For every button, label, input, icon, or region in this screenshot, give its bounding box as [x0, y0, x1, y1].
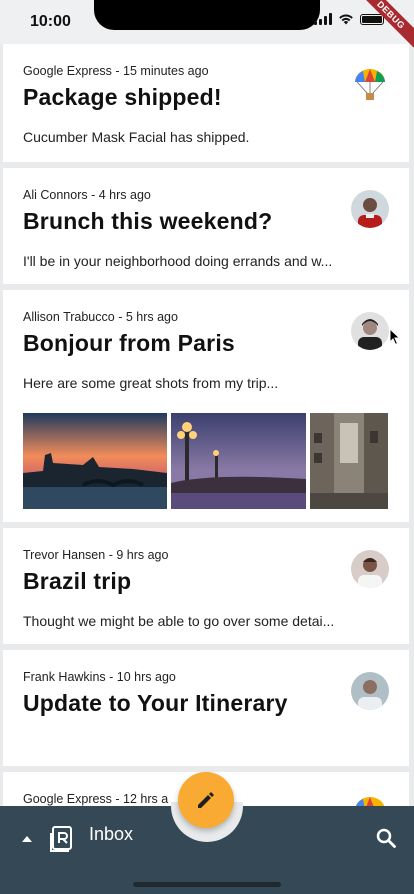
- email-subject: Brunch this weekend?: [23, 208, 273, 234]
- compose-button[interactable]: [178, 772, 234, 828]
- status-time: 10:00: [30, 13, 71, 30]
- email-card[interactable]: Ali Connors - 4 hrs ago Brunch this week…: [3, 168, 409, 284]
- email-meta: Trevor Hansen - 9 hrs ago: [23, 548, 169, 562]
- wifi-icon: [339, 14, 353, 25]
- email-sender: Ali Connors: [23, 188, 88, 202]
- paris-photo[interactable]: [171, 413, 306, 509]
- email-meta: Google Express - 15 minutes ago: [23, 64, 209, 78]
- pencil-icon: [198, 792, 214, 808]
- email-card[interactable]: Trevor Hansen - 9 hrs ago Brazil trip Th…: [3, 528, 409, 644]
- email-sender: Frank Hawkins: [23, 670, 106, 684]
- sender-avatar: [351, 312, 389, 350]
- email-time: 12 hrs a: [123, 792, 169, 806]
- email-time: 4 hrs ago: [98, 188, 151, 202]
- email-sender: Allison Trabucco: [23, 310, 115, 324]
- email-preview: Cucumber Mask Facial has shipped.: [23, 129, 250, 145]
- sender-avatar: [351, 550, 389, 588]
- signal-icon: [314, 13, 332, 25]
- email-time: 5 hrs ago: [125, 310, 178, 324]
- email-card[interactable]: Google Express - 15 minutes ago Package …: [3, 44, 409, 162]
- email-time: 10 hrs ago: [116, 670, 176, 684]
- sender-avatar: [351, 190, 389, 228]
- status-bar: 10:00: [0, 0, 414, 44]
- cursor-icon: [389, 328, 401, 346]
- status-icons: [314, 13, 384, 25]
- email-meta: Ali Connors - 4 hrs ago: [23, 188, 151, 202]
- email-meta: Allison Trabucco - 5 hrs ago: [23, 310, 178, 324]
- email-card[interactable]: Allison Trabucco - 5 hrs ago Bonjour fro…: [3, 290, 409, 522]
- email-card[interactable]: Frank Hawkins - 10 hrs ago Update to You…: [3, 650, 409, 766]
- email-subject: Update to Your Itinerary: [23, 690, 288, 716]
- search-icon[interactable]: [376, 828, 396, 848]
- parachute-icon: [355, 69, 385, 100]
- email-feed[interactable]: Google Express - 15 minutes ago Package …: [3, 44, 409, 858]
- email-preview: I'll be in your neighborhood doing erran…: [23, 253, 333, 269]
- email-subject: Package shipped!: [23, 84, 222, 110]
- email-sender: Trevor Hansen: [23, 548, 106, 562]
- mailbox-label[interactable]: Inbox: [89, 824, 133, 845]
- email-sender: Google Express: [23, 792, 112, 806]
- email-time: 15 minutes ago: [123, 64, 209, 78]
- paris-photo[interactable]: [310, 413, 388, 509]
- sender-avatar: [351, 672, 389, 710]
- device-notch: [94, 0, 320, 30]
- email-subject: Bonjour from Paris: [23, 330, 235, 356]
- reply-logo-icon[interactable]: [50, 825, 76, 853]
- email-meta: Frank Hawkins - 10 hrs ago: [23, 670, 176, 684]
- email-time: 9 hrs ago: [116, 548, 169, 562]
- photo-strip: [23, 413, 389, 509]
- home-indicator: [133, 882, 281, 887]
- email-sender: Google Express: [23, 64, 112, 78]
- expand-up-icon[interactable]: [22, 836, 32, 842]
- email-preview: Here are some great shots from my trip..…: [23, 375, 279, 391]
- email-subject: Brazil trip: [23, 568, 132, 594]
- paris-photo[interactable]: [23, 413, 167, 509]
- email-preview: Thought we might be able to go over some…: [23, 613, 335, 629]
